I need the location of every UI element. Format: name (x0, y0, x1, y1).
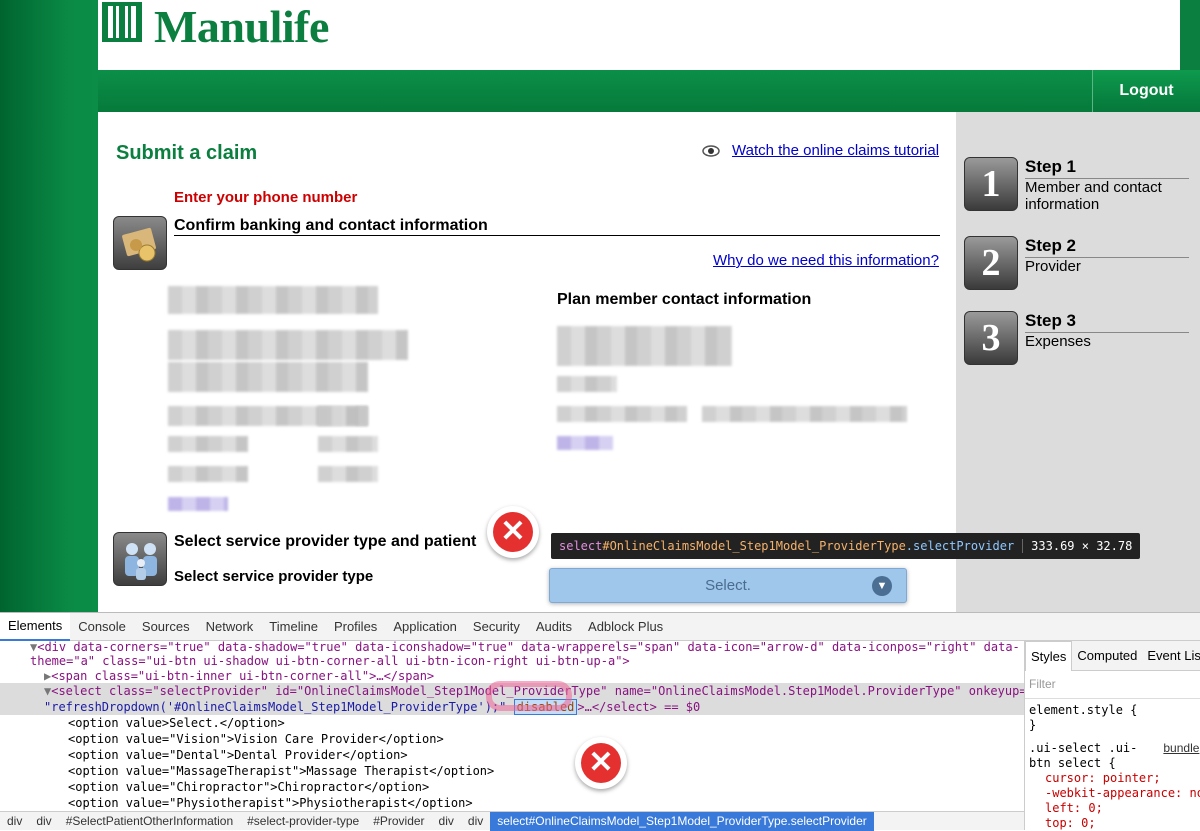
tab-audits[interactable]: Audits (528, 613, 580, 641)
redacted-text (168, 436, 248, 452)
provider-type-select[interactable]: Select. ▼ (549, 568, 907, 603)
tutorial-link[interactable]: Watch the online claims tutorial (732, 142, 939, 159)
dom-option[interactable]: <option value="Physiotherapist">Physioth… (68, 795, 473, 811)
redacted-text (557, 406, 687, 422)
banking-icon (113, 216, 167, 270)
dom-tree: ▼<div data-corners="true" data-shadow="t… (0, 641, 1024, 811)
step-number: 3 (964, 311, 1018, 365)
dom-option[interactable]: <option value="MassageTherapist">Massage… (68, 763, 494, 779)
breadcrumb-item[interactable]: div (461, 814, 490, 828)
devtools-panel: Elements Console Sources Network Timelin… (0, 612, 1200, 831)
css-declaration[interactable]: left: 0; (1025, 801, 1200, 816)
tab-timeline[interactable]: Timeline (261, 613, 326, 641)
css-brace: } (1029, 718, 1037, 732)
brand-logo-text[interactable]: Manulife (154, 0, 329, 53)
tab-security[interactable]: Security (465, 613, 528, 641)
dom-line[interactable]: ▶<span class="ui-btn-inner ui-btn-corner… (44, 668, 434, 684)
nav-bar: Logout (98, 70, 1200, 112)
redacted-text (168, 362, 368, 392)
dom-line[interactable]: theme="a" class="ui-btn ui-shadow ui-btn… (30, 653, 630, 669)
styles-pane: Styles Computed Event Lis Filter element… (1024, 640, 1200, 830)
step-title: Step 1 (1025, 157, 1189, 179)
step-number: 1 (964, 157, 1018, 211)
breadcrumb-item-selected[interactable]: select#OnlineClaimsModel_Step1Model_Prov… (490, 811, 874, 831)
select-value: Select. (705, 577, 751, 594)
devtools-tabs: Elements Console Sources Network Timelin… (0, 612, 1200, 641)
phone-heading: Enter your phone number (174, 189, 358, 206)
left-background (0, 0, 98, 612)
banking-heading: Confirm banking and contact information (174, 217, 488, 234)
step-title: Step 2 (1025, 236, 1189, 258)
logout-button[interactable]: Logout (1092, 70, 1200, 112)
tab-console[interactable]: Console (70, 613, 134, 641)
chevron-down-icon: ▼ (872, 576, 892, 596)
error-x-icon: ✕ (575, 737, 627, 789)
contact-heading: Plan member contact information (557, 291, 812, 308)
tab-application[interactable]: Application (385, 613, 465, 641)
dom-option[interactable]: <option value="Chiropractor">Chiropracto… (68, 779, 429, 795)
redacted-text (318, 436, 378, 452)
breadcrumb: div div #SelectPatientOtherInformation #… (0, 811, 1024, 831)
redacted-link (557, 436, 613, 450)
step-desc: Member and contact information (1025, 179, 1162, 213)
tab-computed[interactable]: Computed (1072, 641, 1142, 671)
step-title: Step 3 (1025, 311, 1189, 333)
breadcrumb-item[interactable]: #SelectPatientOtherInformation (59, 814, 240, 828)
redacted-text (168, 330, 408, 360)
dom-option[interactable]: <option value="Vision">Vision Care Provi… (68, 731, 444, 747)
redacted-text (557, 376, 617, 392)
styles-tabs: Styles Computed Event Lis (1025, 640, 1200, 671)
tab-sources[interactable]: Sources (134, 613, 198, 641)
css-selector: .ui-select .ui- (1029, 741, 1138, 755)
step-desc: Expenses (1025, 333, 1091, 350)
tab-network[interactable]: Network (198, 613, 262, 641)
tooltip-id: #OnlineClaimsModel_Step1Model_ProviderTy… (602, 539, 906, 553)
redacted-text (318, 466, 378, 482)
family-icon (113, 532, 167, 586)
redacted-text (702, 406, 907, 422)
tab-adblock-plus[interactable]: Adblock Plus (580, 613, 671, 641)
tab-event-listeners[interactable]: Event Lis (1142, 641, 1200, 671)
page-title: Submit a claim (116, 142, 258, 164)
css-source-link[interactable]: bundle (1163, 741, 1199, 755)
dom-option[interactable]: <option value="Dental">Dental Provider</… (68, 747, 408, 763)
breadcrumb-item[interactable]: div (29, 814, 58, 828)
provider-heading: Select service provider type and patient (174, 533, 477, 550)
why-info-link[interactable]: Why do we need this information? (713, 252, 939, 269)
section-divider (174, 235, 940, 236)
inspect-tooltip: select#OnlineClaimsModel_Step1Model_Prov… (551, 533, 1141, 559)
site-header: Manulife (98, 0, 1180, 70)
dom-option[interactable]: <option value>Select.</option> (68, 715, 285, 731)
css-selector: btn select { (1029, 756, 1116, 770)
breadcrumb-item[interactable]: #Provider (366, 814, 431, 828)
highlight-circle (486, 681, 572, 711)
tab-styles[interactable]: Styles (1025, 640, 1073, 671)
redacted-text (168, 286, 378, 314)
css-selector: element.style { (1029, 703, 1138, 717)
step-number: 2 (964, 236, 1018, 290)
redacted-link (168, 497, 228, 511)
step-desc: Provider (1025, 258, 1081, 275)
tooltip-tag: select (559, 539, 603, 553)
manulife-logo-icon (102, 2, 142, 42)
tooltip-size: 333.69 × 32.78 (1031, 539, 1133, 553)
styles-filter-input[interactable]: Filter (1025, 671, 1200, 699)
eye-icon (702, 145, 720, 157)
breadcrumb-item[interactable]: div (0, 814, 29, 828)
breadcrumb-item[interactable]: div (432, 814, 461, 828)
tooltip-class: .selectProvider (905, 539, 1015, 553)
tab-elements[interactable]: Elements (0, 612, 71, 641)
error-x-icon: ✕ (487, 506, 539, 558)
redacted-text (557, 326, 732, 366)
css-declaration[interactable]: -webkit-appearance: no (1025, 786, 1200, 801)
provider-type-label: Select service provider type (174, 568, 374, 585)
breadcrumb-item[interactable]: #select-provider-type (240, 814, 366, 828)
css-declaration[interactable]: cursor: pointer; (1025, 771, 1200, 786)
redacted-text (168, 466, 248, 482)
redacted-text (318, 406, 368, 426)
tab-profiles[interactable]: Profiles (326, 613, 385, 641)
